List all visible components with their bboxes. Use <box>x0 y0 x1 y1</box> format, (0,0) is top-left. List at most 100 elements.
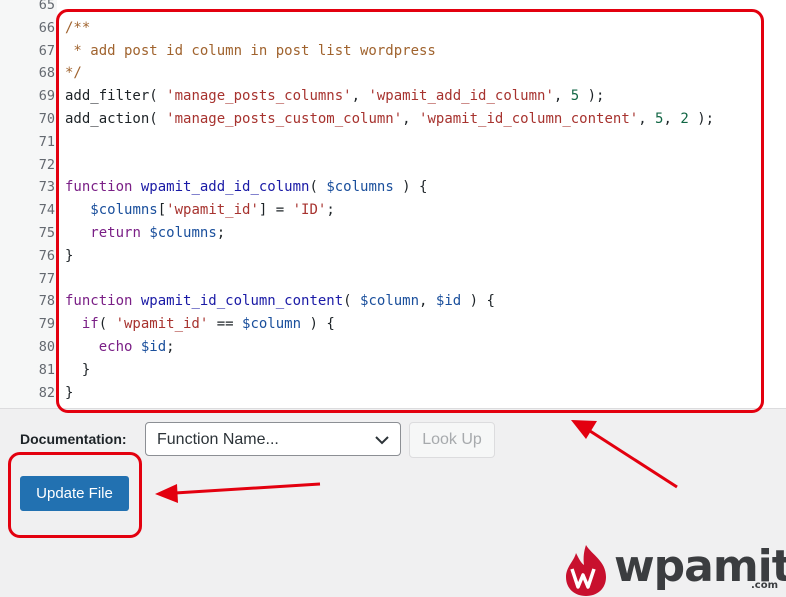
code-line: 77 <box>0 268 786 291</box>
code-token: 'wpamit_id' <box>115 316 209 333</box>
code-line: 68 */ <box>0 62 786 85</box>
code-token: ) { <box>461 293 495 310</box>
line-number: 72 <box>38 156 55 173</box>
line-number: 82 <box>38 384 55 401</box>
code-token: ; <box>326 202 335 219</box>
code-token: if <box>81 316 99 333</box>
code-text: } <box>65 245 73 268</box>
arrow-to-update-button <box>155 482 321 503</box>
look-up-button[interactable]: Look Up <box>409 422 495 458</box>
code-token: [ <box>157 202 167 219</box>
code-line: 74 $columns['wpamit_id'] = 'ID'; <box>0 199 786 222</box>
code-token: ( <box>98 316 116 333</box>
code-token: /** <box>65 19 91 36</box>
code-token: ) { <box>301 316 335 333</box>
code-text: function wpamit_add_id_column( $columns … <box>65 176 427 199</box>
code-editor[interactable]: 65 66 /** 67 * add post id column in post l… <box>0 0 786 409</box>
code-token: ); <box>688 111 715 127</box>
code-token: } <box>65 361 91 378</box>
code-line: 81 } <box>0 359 786 382</box>
code-line: 72 <box>0 154 786 177</box>
code-token: */ <box>65 65 82 82</box>
code-token: ) { <box>393 179 428 196</box>
line-number: 65 <box>38 0 55 13</box>
code-token: , <box>351 88 369 105</box>
code-token: 'manage_posts_custom_column' <box>166 111 403 127</box>
code-token: $column <box>242 316 302 333</box>
line-number: 76 <box>38 247 55 264</box>
code-token: 'wpamit_id' <box>166 202 259 219</box>
code-token: $column <box>360 293 420 310</box>
line-number: 73 <box>38 179 55 196</box>
logo-domain: .com <box>750 580 778 591</box>
code-token: , <box>663 111 681 127</box>
code-token: $id <box>435 293 462 310</box>
code-token: 'wpamit_id_column_content' <box>419 111 639 127</box>
code-token: $columns <box>90 202 158 219</box>
line-number: 80 <box>38 339 55 355</box>
code-line: 65 <box>0 0 786 17</box>
code-text: echo $id; <box>65 336 175 359</box>
code-line: 79 if( 'wpamit_id' == $column ) { <box>0 313 786 336</box>
code-token: $columns <box>326 179 394 196</box>
code-token: ] = <box>258 202 293 219</box>
function-name-select[interactable]: Function Name... <box>145 422 401 456</box>
documentation-label: Documentation: <box>20 431 127 447</box>
code-line: 70 add_action( 'manage_posts_custom_colum… <box>0 108 786 131</box>
chevron-down-icon <box>375 436 389 445</box>
code-token: $id <box>140 339 167 355</box>
code-text: } <box>65 382 73 405</box>
code-line: 73 function wpamit_add_id_column( $column… <box>0 176 786 199</box>
code-token: ); <box>579 88 605 105</box>
line-number: 70 <box>38 111 55 127</box>
code-line: 71 <box>0 131 786 154</box>
code-text: function wpamit_id_column_content( $colu… <box>65 290 495 313</box>
code-token: ; <box>216 225 226 241</box>
line-number: 71 <box>38 133 55 150</box>
code-text: add_action( 'manage_posts_custom_column'… <box>65 108 714 131</box>
line-number: 74 <box>38 202 55 219</box>
code-token: function <box>65 179 133 196</box>
code-token: , <box>553 88 571 105</box>
line-number: 81 <box>38 361 55 378</box>
line-number: 69 <box>38 88 55 105</box>
line-number: 66 <box>38 19 55 36</box>
code-text: $columns['wpamit_id'] = 'ID'; <box>65 199 335 222</box>
code-line: 82} <box>0 382 786 405</box>
code-token: 'ID' <box>292 202 327 219</box>
code-text: return $columns; <box>65 222 225 245</box>
code-text: } <box>65 359 90 382</box>
code-line: 75 return $columns; <box>0 222 786 245</box>
code-line: 67 * add post id column in post list wor… <box>0 40 786 63</box>
code-token: echo <box>98 339 133 355</box>
code-token: ( <box>309 179 327 196</box>
code-token: , <box>638 111 656 127</box>
update-file-button[interactable]: Update File <box>20 476 129 511</box>
wpamit-flame-logo-icon <box>566 545 606 596</box>
code-text: if( 'wpamit_id' == $column ) { <box>65 313 335 336</box>
arrow-to-code <box>571 420 678 489</box>
code-token: wpamit_add_id_column <box>140 179 310 196</box>
code-token: function <box>65 293 133 310</box>
code-token: } <box>65 384 74 401</box>
code-token: return <box>90 225 141 241</box>
code-token: , <box>419 293 436 310</box>
select-value: Function Name... <box>157 431 279 448</box>
code-token: ; <box>166 339 175 355</box>
code-line: 76} <box>0 245 786 268</box>
code-token: 'wpamit_add_id_column' <box>368 88 554 105</box>
code-text: * add post id column in post list wordpr… <box>65 40 435 63</box>
line-number: 79 <box>38 316 55 333</box>
line-number: 67 <box>38 42 55 59</box>
code-token: } <box>65 247 74 264</box>
line-number: 78 <box>38 293 55 310</box>
code-token: add_filter( <box>65 88 167 105</box>
code-line: 80 echo $id; <box>0 336 786 359</box>
code-token: wpamit_id_column_content <box>140 293 344 310</box>
